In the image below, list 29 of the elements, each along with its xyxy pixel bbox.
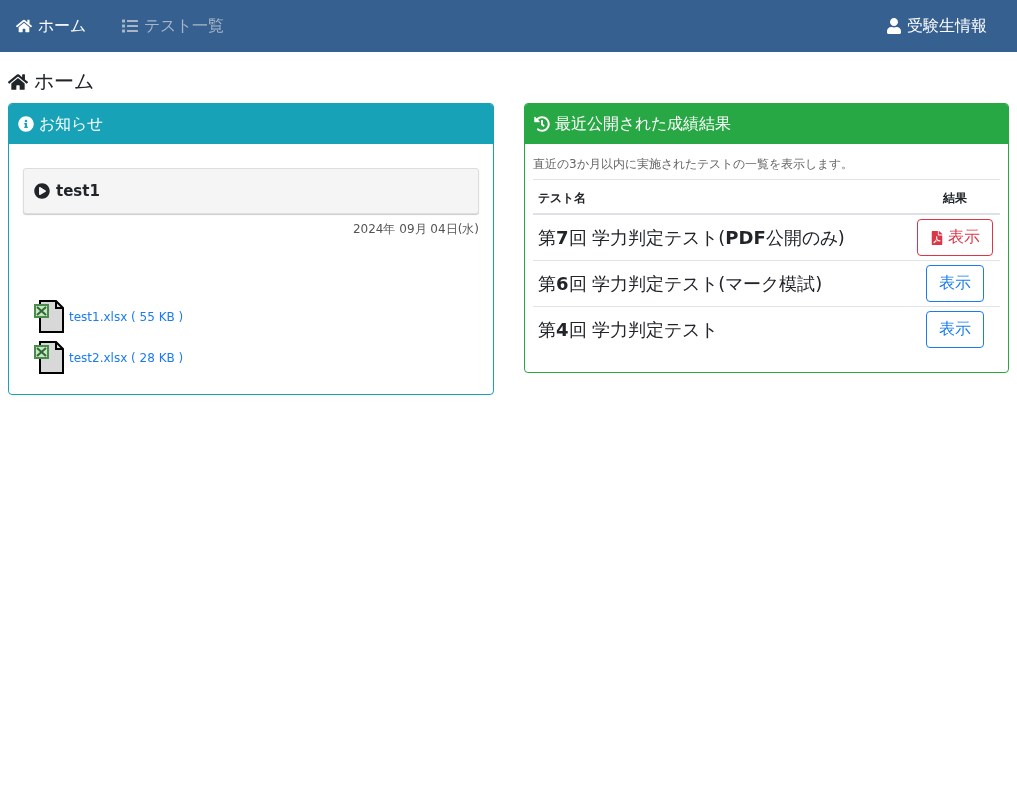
- page-title-text: ホーム: [34, 68, 94, 95]
- user-info-link[interactable]: 受験生情報: [886, 15, 987, 37]
- view-button[interactable]: 表示: [926, 311, 984, 348]
- file-link[interactable]: test2.xlsx ( 28 KB ): [69, 350, 184, 365]
- column-header: テスト名: [533, 180, 910, 214]
- notice-date: 2024年 09月 04日(水): [351, 221, 479, 238]
- notice-title: test1: [56, 182, 100, 200]
- spreadsheet-file-icon: [33, 341, 65, 374]
- test-name-cell: 第4回 学力判定テスト: [533, 306, 910, 352]
- list-icon: [122, 18, 138, 34]
- pdf-icon: [930, 230, 944, 245]
- spreadsheet-file-icon: [33, 300, 65, 333]
- home-icon: [8, 71, 28, 92]
- view-button[interactable]: 表示: [917, 219, 993, 256]
- nav-link[interactable]: ホーム: [16, 15, 86, 37]
- view-button[interactable]: 表示: [926, 265, 984, 302]
- history-icon: [534, 116, 550, 132]
- user-icon: [886, 18, 902, 34]
- home-icon: [16, 18, 32, 34]
- test-name-cell: 第6回 学力判定テスト(マーク模試): [533, 260, 910, 307]
- nav-link[interactable]: テスト一覧: [122, 15, 224, 37]
- play-icon: [34, 183, 50, 199]
- info-icon: [18, 116, 34, 132]
- card-title: 最近公開された成績結果: [555, 113, 731, 135]
- file-link[interactable]: test1.xlsx ( 55 KB ): [69, 309, 184, 324]
- description-text: 直近の3か月以内に実施されたテストの一覧を表示します。: [533, 156, 1000, 180]
- card-title: お知らせ: [39, 113, 103, 135]
- test-name-cell: 第7回 学力判定テスト(PDF公開のみ): [533, 214, 910, 261]
- column-header: 結果: [910, 180, 1000, 214]
